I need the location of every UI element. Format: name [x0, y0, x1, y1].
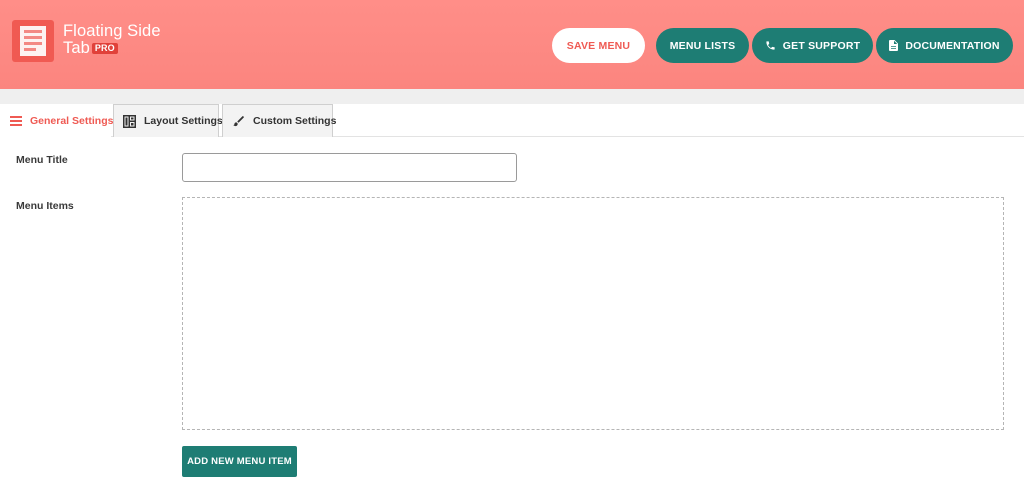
- menu-lists-label: MENU LISTS: [669, 39, 736, 52]
- add-new-menu-item-button[interactable]: ADD NEW MENU ITEM: [182, 446, 297, 477]
- documentation-button[interactable]: DOCUMENTATION: [876, 28, 1013, 63]
- get-support-button[interactable]: GET SUPPORT: [752, 28, 873, 63]
- layout-grid-icon: [123, 114, 136, 128]
- floating-tab-logo: [12, 20, 54, 62]
- brand-title: Floating Side Tab PRO: [63, 23, 173, 57]
- phone-icon: [765, 40, 776, 51]
- save-menu-label: SAVE MENU: [566, 39, 631, 52]
- tab-custom-settings-label: Custom Settings: [253, 115, 337, 127]
- tab-layout-settings[interactable]: Layout Settings: [113, 104, 223, 137]
- save-menu-button[interactable]: SAVE MENU: [552, 28, 645, 63]
- tab-general-settings[interactable]: General Settings: [0, 104, 114, 137]
- document-icon: [889, 40, 899, 51]
- menu-title-label: Menu Title: [16, 154, 68, 166]
- documentation-label: DOCUMENTATION: [905, 39, 1000, 52]
- menu-items-label: Menu Items: [16, 200, 74, 212]
- settings-tabs: General Settings Layout Settings Custom …: [0, 104, 1024, 137]
- hamburger-icon: [10, 115, 22, 126]
- paintbrush-icon: [232, 115, 245, 128]
- header-divider-band: [0, 89, 1024, 104]
- menu-items-dropzone[interactable]: [182, 197, 1004, 430]
- get-support-label: GET SUPPORT: [782, 39, 861, 52]
- pro-badge: PRO: [91, 43, 118, 54]
- tab-general-settings-label: General Settings: [30, 114, 114, 127]
- menu-title-input[interactable]: [182, 153, 517, 182]
- app-header: Floating Side Tab PRO SAVE MENU MENU LIST…: [0, 0, 1024, 89]
- tab-custom-settings[interactable]: Custom Settings: [222, 104, 337, 137]
- tab-layout-settings-label: Layout Settings: [144, 115, 223, 127]
- add-new-menu-item-label: ADD NEW MENU ITEM: [187, 456, 292, 467]
- menu-lists-button[interactable]: MENU LISTS: [656, 28, 749, 63]
